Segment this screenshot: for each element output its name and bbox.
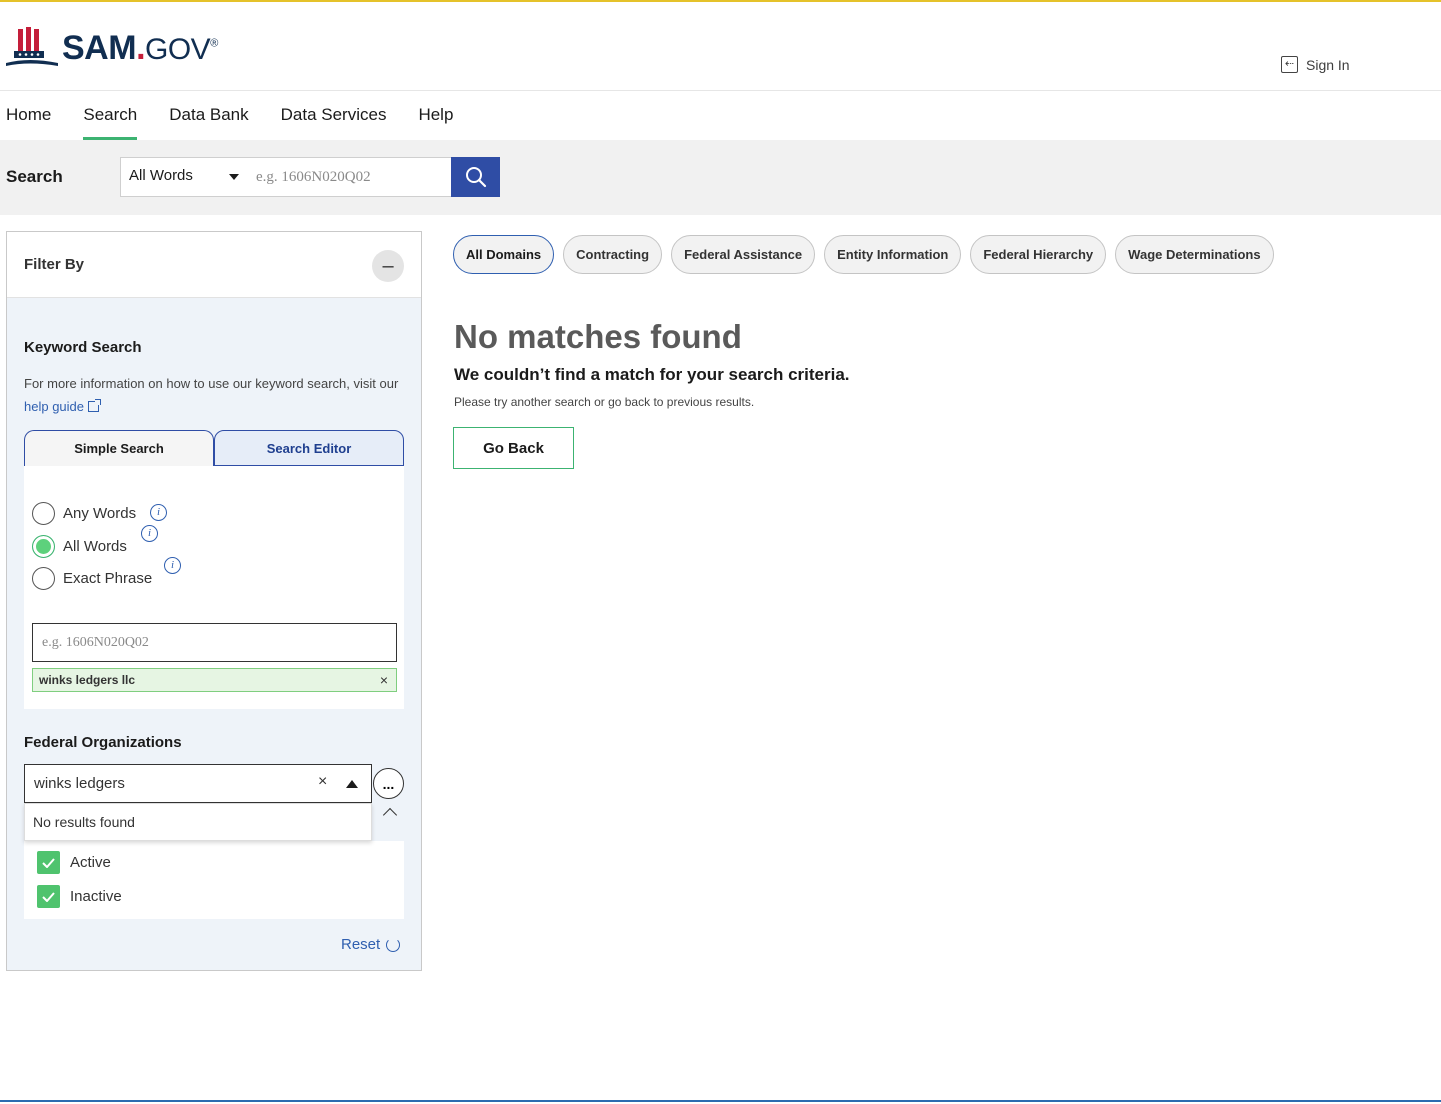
radio-circle [32, 502, 55, 525]
radio-all-words[interactable]: All Words [32, 535, 127, 558]
logo-wordmark: SAM.GOV® [62, 28, 218, 67]
checkmark-icon [37, 885, 60, 908]
go-back-button[interactable]: Go Back [453, 427, 574, 469]
nav-item-data-bank[interactable]: Data Bank [153, 92, 264, 140]
help-guide-label: help guide [24, 399, 84, 414]
filter-title: Filter By [24, 256, 85, 273]
radio-label: Any Words [63, 505, 137, 522]
more-options-button[interactable]: ... [373, 768, 404, 799]
checkbox-active[interactable]: Active [37, 851, 111, 874]
radio-exact-phrase[interactable]: Exact Phrase [32, 567, 152, 590]
tab-wage-determinations[interactable]: Wage Determinations [1115, 235, 1274, 274]
tab-search-editor[interactable]: Search Editor [214, 430, 404, 466]
domain-tabs: All Domains Contracting Federal Assistan… [453, 235, 1274, 274]
caret-up-icon[interactable] [346, 780, 358, 788]
keyword-chip: winks ledgers llc × [32, 668, 397, 692]
checkbox-label: Active [70, 854, 111, 871]
status-checkbox-group: Active Inactive [24, 841, 404, 919]
search-button[interactable] [451, 157, 500, 197]
keyword-input[interactable] [32, 623, 397, 662]
search-icon [465, 167, 486, 188]
external-link-icon [88, 399, 101, 412]
sam-gov-logo[interactable]: SAM.GOV® [6, 26, 218, 70]
radio-circle-selected [32, 535, 55, 558]
checkbox-label: Inactive [70, 888, 122, 905]
nav-item-search[interactable]: Search [67, 92, 153, 140]
filter-header: Filter By – [7, 232, 421, 298]
nav-item-home[interactable]: Home [0, 92, 67, 140]
uncle-sam-hat-icon [6, 27, 58, 66]
tab-federal-assistance[interactable]: Federal Assistance [671, 235, 816, 274]
radio-label: All Words [63, 538, 127, 555]
info-icon[interactable]: i [150, 504, 167, 521]
info-icon[interactable]: i [141, 525, 158, 542]
federal-org-input[interactable] [25, 765, 305, 801]
tab-entity-information[interactable]: Entity Information [824, 235, 962, 274]
simple-search-body: Any Words i All Words i Exact Phrase i w… [24, 466, 404, 709]
no-matches-subtitle: We couldn’t find a match for your search… [454, 365, 850, 384]
keyword-help-sentence: For more information on how to use our k… [24, 376, 399, 391]
nav-item-help[interactable]: Help [402, 92, 469, 140]
search-bar-label: Search [6, 167, 63, 186]
help-guide-link[interactable]: help guide [24, 399, 101, 414]
clear-icon[interactable]: × [318, 773, 327, 791]
caret-down-icon [229, 174, 239, 180]
tab-federal-hierarchy[interactable]: Federal Hierarchy [970, 235, 1107, 274]
checkbox-inactive[interactable]: Inactive [37, 885, 122, 908]
search-mode-value: All Words [129, 167, 193, 184]
federal-org-dropdown: No results found [24, 803, 372, 841]
reset-label: Reset [341, 936, 381, 953]
filter-panel: Filter By – Keyword Search For more info… [6, 231, 422, 971]
keyword-search-title: Keyword Search [24, 339, 142, 356]
keyword-tabs: Simple Search Search Editor [24, 430, 404, 466]
top-search-input[interactable] [247, 157, 452, 197]
collapse-filter-button[interactable]: – [372, 250, 404, 282]
tab-all-domains[interactable]: All Domains [453, 235, 555, 274]
tab-contracting[interactable]: Contracting [563, 235, 663, 274]
header-divider [0, 90, 1441, 91]
search-bar: Search All Words [0, 140, 1441, 215]
sign-in-icon: ⇠ [1281, 56, 1298, 73]
bottom-accent-line [0, 1100, 1441, 1102]
radio-label: Exact Phrase [63, 570, 153, 587]
keyword-help-text: For more information on how to use our k… [24, 372, 414, 418]
remove-chip-icon[interactable]: × [380, 669, 388, 691]
refresh-icon [386, 937, 401, 952]
chevron-up-icon[interactable] [382, 807, 398, 823]
keyword-chip-label: winks ledgers llc [39, 673, 136, 687]
info-icon[interactable]: i [164, 557, 181, 574]
top-accent-line [0, 0, 1441, 2]
federal-org-combobox: × [24, 764, 372, 803]
federal-organizations-title: Federal Organizations [24, 734, 182, 751]
nav-item-data-services[interactable]: Data Services [265, 92, 403, 140]
search-mode-select[interactable]: All Words [120, 157, 248, 197]
no-matches-title: No matches found [454, 318, 742, 355]
reset-button[interactable]: Reset [341, 936, 401, 953]
main-nav: Home Search Data Bank Data Services Help [0, 92, 469, 140]
sign-in-link[interactable]: ⇠ Sign In [1281, 56, 1350, 73]
sign-in-label: Sign In [1306, 56, 1350, 73]
radio-circle [32, 567, 55, 590]
checkmark-icon [37, 851, 60, 874]
tab-simple-search[interactable]: Simple Search [24, 430, 214, 466]
no-matches-hint: Please try another search or go back to … [454, 395, 755, 409]
radio-any-words[interactable]: Any Words [32, 502, 136, 525]
